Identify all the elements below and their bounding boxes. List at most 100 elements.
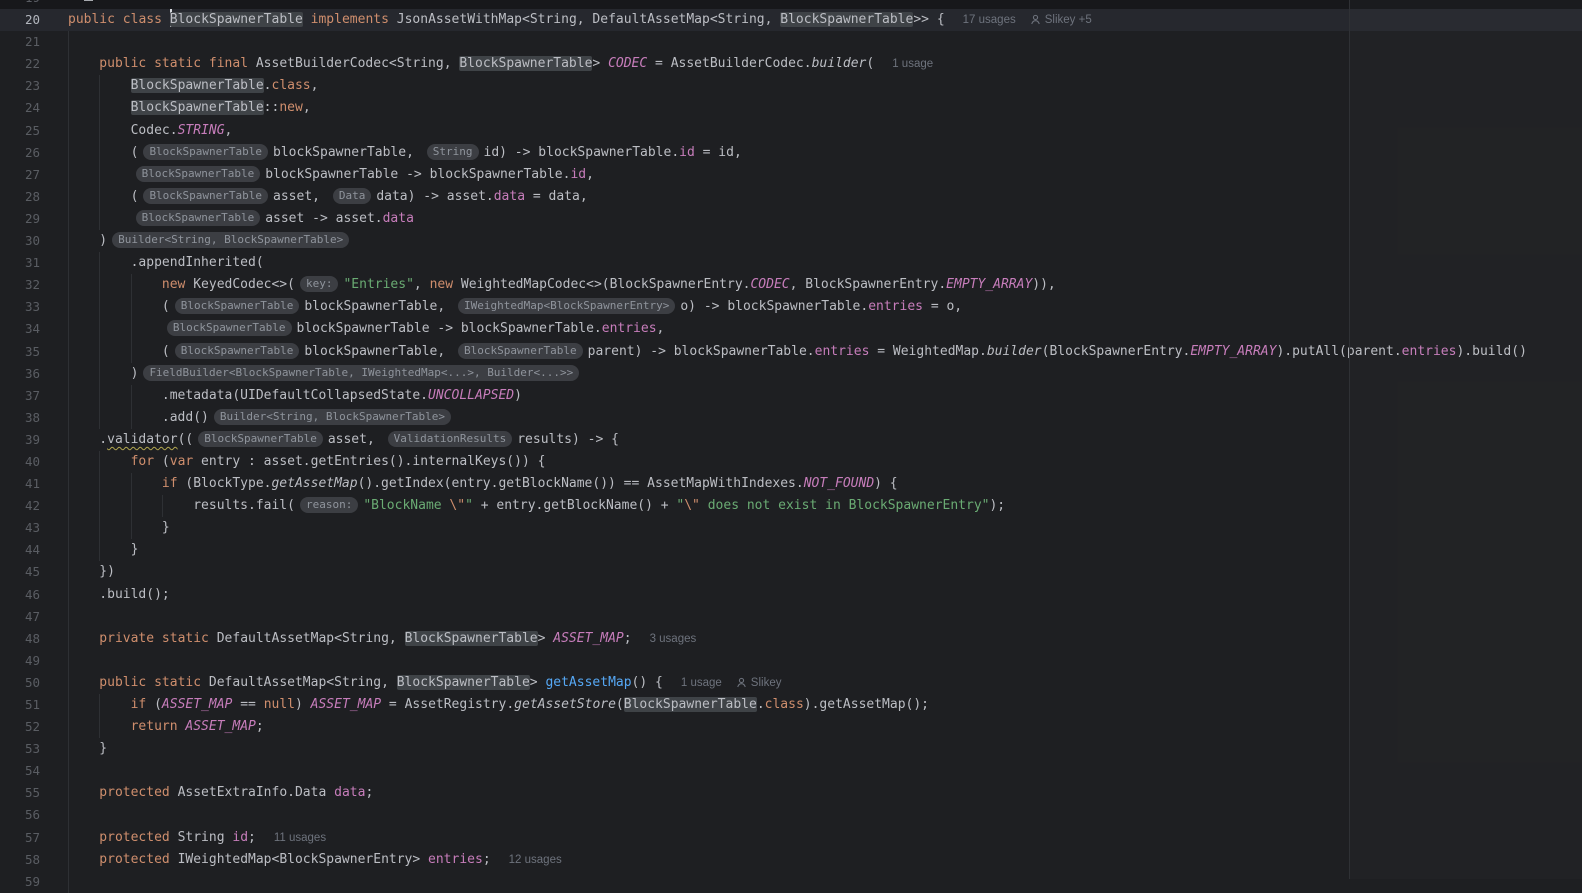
code-token[interactable]: asset, (273, 189, 328, 204)
code-token[interactable]: ) (131, 366, 139, 381)
code-token[interactable]: } (162, 520, 170, 535)
code-token[interactable]: KeyedCodec<>( (185, 277, 295, 292)
line-number[interactable]: 30 (0, 230, 66, 252)
highlighted-identifier-token[interactable]: BlockSpawnerTable (404, 630, 538, 646)
inlay-type-hint-chip[interactable]: BlockSpawnerTable (135, 165, 261, 182)
code-token[interactable]: asset, (328, 432, 383, 447)
code-line[interactable]: 39 .validator((BlockSpawnerTable asset, Va… (0, 428, 1582, 451)
code-token[interactable]: ; (624, 631, 632, 646)
code-token[interactable]: asset -> asset. (265, 211, 382, 226)
code-line-content[interactable]: Codec.STRING, (66, 119, 1582, 142)
code-token[interactable] (146, 675, 154, 690)
code-line-content[interactable] (66, 870, 1582, 893)
field-token[interactable]: data (334, 785, 365, 800)
line-number[interactable]: 56 (0, 804, 66, 826)
code-token[interactable]: , (225, 123, 233, 138)
code-token[interactable]: WeightedMapCodec<>(BlockSpawnerEntry. (453, 277, 751, 292)
static-method-token[interactable]: getAssetMap (271, 476, 357, 491)
code-token[interactable]: ( (866, 56, 874, 71)
line-number[interactable]: 23 (0, 75, 66, 97)
code-token[interactable]: String (170, 830, 233, 845)
inlay-type-hint-chip[interactable]: IWeightedMap<BlockSpawnerEntry> (458, 298, 676, 315)
code-line[interactable]: 29 BlockSpawnerTable asset -> asset.data (0, 207, 1582, 231)
code-token[interactable]: , (311, 78, 319, 93)
keyword-token[interactable]: class (272, 78, 311, 93)
code-token[interactable]: blockSpawnerTable, (273, 145, 422, 160)
code-line-content[interactable]: return ASSET_MAP; (66, 716, 1582, 739)
code-token[interactable]: = AssetRegistry. (381, 697, 514, 712)
keyword-token[interactable]: private (99, 631, 154, 646)
line-number[interactable]: 19 (0, 0, 66, 9)
static-field-token[interactable]: STRING (178, 123, 225, 138)
code-line-content[interactable]: if (BlockType.getAssetMap().getIndex(ent… (66, 473, 1582, 496)
code-token[interactable]: ) (295, 697, 311, 712)
line-number[interactable]: 21 (0, 31, 66, 53)
code-line[interactable]: 21 (0, 31, 1582, 54)
escape-token[interactable]: \" (449, 498, 465, 513)
inlay-type-hint-chip[interactable]: BlockSpawnerTable (458, 342, 583, 359)
line-number[interactable]: 32 (0, 274, 66, 296)
code-token[interactable]: ( (616, 697, 624, 712)
code-line[interactable]: 47 (0, 605, 1582, 628)
code-token[interactable]: }) (99, 564, 115, 579)
inlay-type-hint-chip[interactable]: BlockSpawnerTable (143, 187, 269, 204)
code-line[interactable]: 58 protected IWeightedMap<BlockSpawnerEnt… (0, 848, 1582, 871)
usages-annotation[interactable]: 17 usages (963, 14, 1016, 26)
code-token[interactable]: ).getAssetMap(); (804, 697, 929, 712)
code-line[interactable]: 45}) (0, 561, 1582, 584)
code-line[interactable]: 52 return ASSET_MAP; (0, 716, 1582, 739)
keyword-token[interactable]: new (279, 100, 302, 115)
field-token[interactable]: entries (815, 344, 870, 359)
code-token[interactable] (201, 56, 209, 71)
usages-annotation[interactable]: 1 usage (681, 677, 722, 689)
code-token[interactable]: .appendInherited( (131, 255, 264, 270)
code-token[interactable]: .build(); (99, 587, 169, 602)
code-token[interactable]: blockSpawnerTable, (304, 344, 453, 359)
code-token[interactable]: DefaultAssetMap<String, (201, 675, 397, 690)
code-token[interactable]: } (99, 741, 107, 756)
line-number[interactable]: 45 (0, 561, 66, 583)
highlighted-identifier-token[interactable]: BlockSpawnerTable (780, 12, 914, 28)
code-line[interactable]: 20 public class BlockSpawnerTable impleme… (0, 9, 1582, 32)
code-token[interactable]: ) (99, 233, 107, 248)
inlay-type-hint-chip[interactable]: BlockSpawnerTable (135, 209, 261, 226)
static-field-token[interactable]: ASSET_MAP (162, 697, 232, 712)
code-line-content[interactable] (66, 605, 1582, 628)
code-line[interactable]: 24 BlockSpawnerTable::new, (0, 97, 1582, 120)
field-token[interactable]: entries (602, 321, 657, 336)
code-line-content[interactable] (66, 649, 1582, 672)
inlay-type-hint-chip[interactable]: BlockSpawnerTable (174, 298, 300, 315)
keyword-token[interactable]: class (765, 697, 804, 712)
keyword-token[interactable]: final (209, 56, 248, 71)
code-token[interactable]: () { (632, 675, 663, 690)
warning-token[interactable]: validator (107, 432, 177, 447)
highlighted-identifier-token[interactable]: BlockSpawnerTable (623, 697, 757, 712)
code-line-content[interactable]: (BlockSpawnerTable blockSpawnerTable, IWe… (66, 296, 1582, 319)
line-number[interactable]: 49 (0, 650, 66, 672)
code-token[interactable]: AssetExtraInfo.Data (170, 785, 334, 800)
inlay-type-hint-chip[interactable]: BlockSpawnerTable (174, 342, 300, 359)
field-token[interactable]: id (679, 145, 695, 160)
code-token[interactable]: ( (162, 299, 170, 314)
keyword-token[interactable]: implements (311, 12, 389, 27)
static-field-token[interactable]: EMPTY_ARRAY (1190, 344, 1276, 359)
usages-annotation[interactable]: 11 usages (274, 832, 326, 844)
code-line-content[interactable]: ) Builder<String, BlockSpawnerTable> (66, 230, 1582, 253)
code-token[interactable]: data) -> asset. (376, 189, 493, 204)
code-line[interactable]: 22 public static final AssetBuilderCodec<… (0, 53, 1582, 76)
line-number[interactable]: 39 (0, 429, 66, 451)
code-token[interactable]: IWeightedMap<BlockSpawnerEntry> (170, 852, 428, 867)
keyword-token[interactable]: protected (99, 785, 169, 800)
code-line-content[interactable]: BlockSpawnerTable::new, (66, 97, 1582, 120)
code-token[interactable]: >> { (913, 12, 944, 27)
code-token[interactable]: + entry.getBlockName() + (473, 498, 677, 513)
code-line-content[interactable]: } (66, 738, 1582, 761)
inlay-type-hint-chip[interactable]: BlockSpawnerTable (143, 143, 269, 160)
line-number[interactable]: 48 (0, 628, 66, 650)
code-line-content[interactable]: } (66, 517, 1582, 540)
code-line-content[interactable]: protected IWeightedMap<BlockSpawnerEntry… (66, 848, 1582, 871)
line-number[interactable]: 51 (0, 694, 66, 716)
code-token[interactable]: ( (146, 697, 162, 712)
code-token[interactable]: ; (365, 785, 373, 800)
code-token[interactable]: )), (1032, 277, 1055, 292)
